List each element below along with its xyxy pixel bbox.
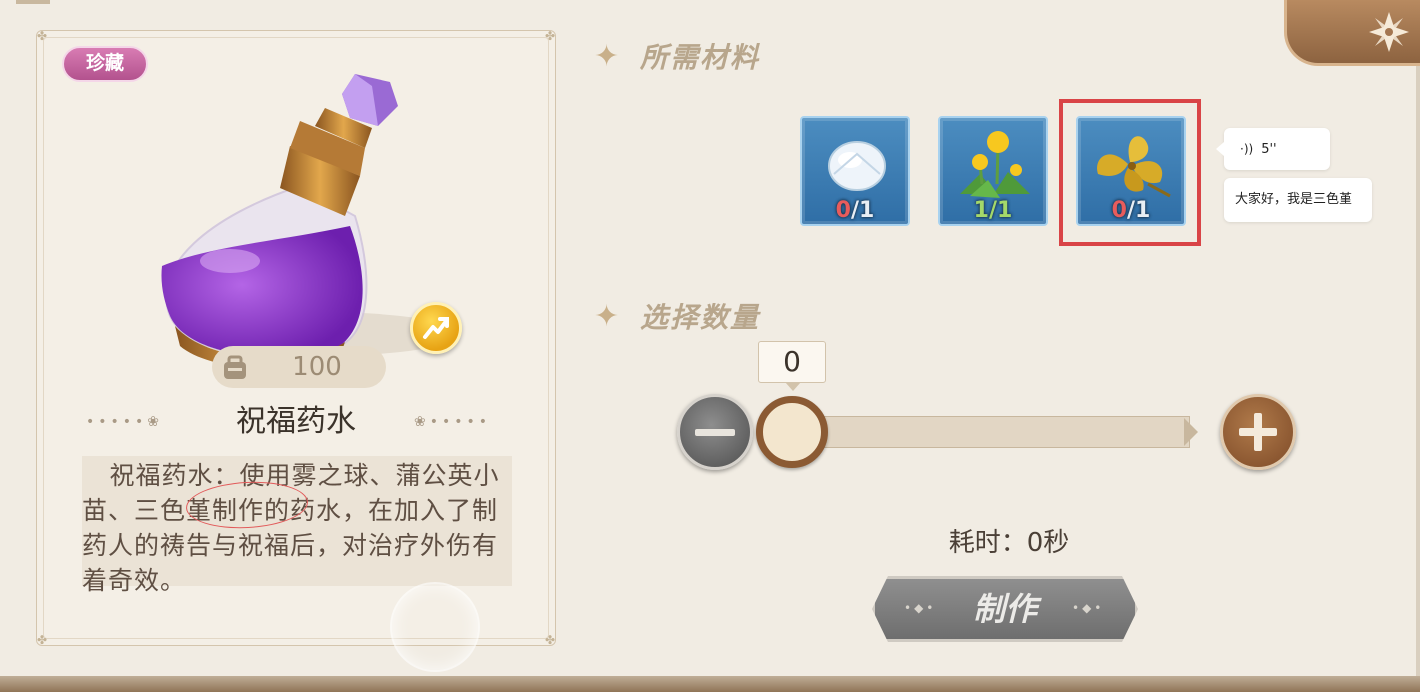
corner-ornament-icon: ✤ bbox=[544, 633, 556, 647]
bottom-strip bbox=[0, 676, 1420, 692]
quantity-slider-track[interactable] bbox=[806, 416, 1190, 448]
item-description: 祝福药水：使用雾之球、蒲公英小苗、三色堇制作的药水，在加入了制药人的祷告与祝福后… bbox=[82, 461, 500, 595]
close-icon[interactable] bbox=[1367, 10, 1411, 54]
chat-message-bubble: 大家好，我是三色堇 bbox=[1224, 178, 1372, 222]
rarity-badge: 珍藏 bbox=[62, 46, 148, 82]
top-tab-edge bbox=[16, 0, 50, 4]
material-slot[interactable]: 1/1 bbox=[938, 116, 1048, 226]
plus-icon-stem bbox=[1254, 413, 1262, 451]
minus-icon bbox=[695, 429, 735, 436]
button-ornament-icon: •◆• bbox=[904, 601, 937, 615]
voice-message-bubble[interactable]: ·)) 5'' bbox=[1216, 128, 1330, 170]
dandelion-icon bbox=[960, 131, 1030, 198]
close-button[interactable] bbox=[1284, 0, 1420, 66]
increase-button[interactable] bbox=[1220, 394, 1296, 470]
divider-ornament-icon: •••••❀ bbox=[86, 414, 164, 430]
basket-weight-icon bbox=[224, 355, 246, 379]
craft-time: 耗时：0秒 bbox=[948, 528, 1070, 558]
corner-ornament-icon: ✤ bbox=[36, 633, 48, 647]
corner-ornament-icon: ✤ bbox=[544, 29, 556, 43]
sound-wave-icon: ·)) bbox=[1240, 142, 1254, 156]
materials-title: 所需材料 bbox=[640, 41, 761, 74]
quantity-title: 选择数量 bbox=[640, 301, 761, 334]
corner-ornament-icon: ✤ bbox=[36, 29, 48, 43]
touch-glow-effect bbox=[390, 582, 480, 672]
trend-up-icon[interactable] bbox=[410, 302, 462, 354]
decrease-button[interactable] bbox=[677, 394, 753, 470]
potion-bottle-icon bbox=[161, 74, 440, 369]
material-count: 0/1 bbox=[835, 198, 875, 223]
sparkle-star-icon: ✦ bbox=[594, 299, 620, 334]
voice-duration: 5'' bbox=[1261, 142, 1277, 157]
item-name: 祝福药水 bbox=[236, 404, 356, 439]
quantity-slider-thumb[interactable] bbox=[756, 396, 828, 468]
sparkle-star-icon: ✦ bbox=[594, 39, 620, 74]
material-count: 1/1 bbox=[973, 198, 1013, 223]
item-weight: 100 bbox=[292, 352, 342, 382]
selection-highlight bbox=[1059, 99, 1201, 246]
crystal-orb-icon bbox=[828, 141, 886, 191]
divider-ornament-icon: ❀••••• bbox=[414, 414, 492, 430]
button-ornament-icon: •◆• bbox=[1072, 601, 1105, 615]
slider-arrow-icon bbox=[1184, 418, 1198, 446]
quantity-value: 0 bbox=[758, 341, 826, 391]
material-slot[interactable]: 0/1 bbox=[800, 116, 910, 226]
